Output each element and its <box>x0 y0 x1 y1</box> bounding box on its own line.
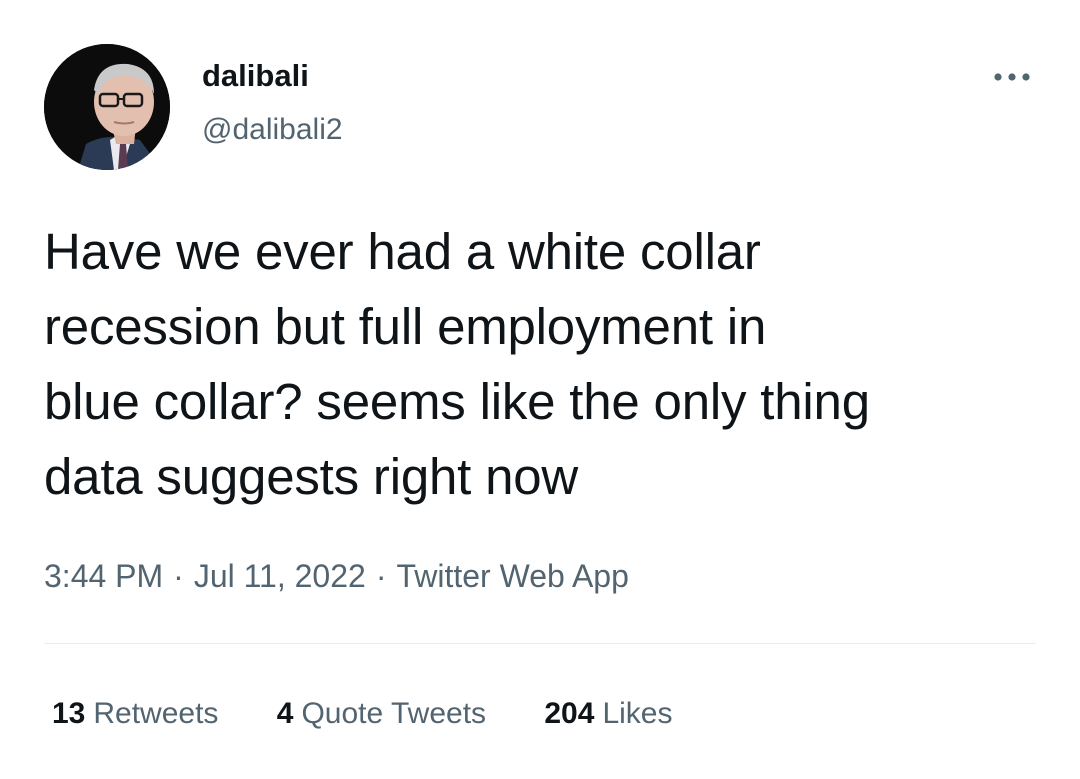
engagement-stats: 13 Retweets 4 Quote Tweets 204 Likes <box>52 694 722 734</box>
tweet-text-line: data suggests right now <box>44 448 579 505</box>
tweet-text-line: blue collar? seems like the only thing <box>44 373 870 430</box>
tweet-time[interactable]: 3:44 PM <box>44 558 163 594</box>
likes-count: 204 <box>544 697 595 730</box>
quote-tweets-label: Quote Tweets <box>301 697 487 730</box>
divider <box>44 643 1036 644</box>
meta-separator: · <box>173 558 184 594</box>
retweets-count: 13 <box>52 697 86 730</box>
avatar[interactable] <box>44 44 170 170</box>
tweet-text: Have we ever had a white collar recessio… <box>44 214 1044 514</box>
tweet-text-line: Have we ever had a white collar <box>44 223 761 280</box>
quote-tweets-count: 4 <box>276 697 294 730</box>
quote-tweets-stat[interactable]: 4 Quote Tweets <box>277 694 486 734</box>
tweet-text-line: recession but full employment in <box>44 298 767 355</box>
tweet-source[interactable]: Twitter Web App <box>396 558 628 594</box>
likes-stat[interactable]: 204 Likes <box>544 694 672 734</box>
retweets-stat[interactable]: 13 Retweets <box>52 694 218 734</box>
tweet-date[interactable]: Jul 11, 2022 <box>194 558 366 594</box>
tweet-card: dalibali @dalibali2 Have we ever had a w… <box>0 0 1080 779</box>
likes-label: Likes <box>602 697 673 730</box>
user-handle[interactable]: @dalibali2 <box>202 112 343 148</box>
tweet-meta: 3:44 PM · Jul 11, 2022 · Twitter Web App <box>44 556 629 596</box>
profile-photo-icon <box>44 44 170 170</box>
more-options-icon[interactable] <box>988 62 1036 92</box>
meta-separator: · <box>375 558 387 594</box>
display-name[interactable]: dalibali <box>202 58 309 94</box>
retweets-label: Retweets <box>93 697 219 730</box>
